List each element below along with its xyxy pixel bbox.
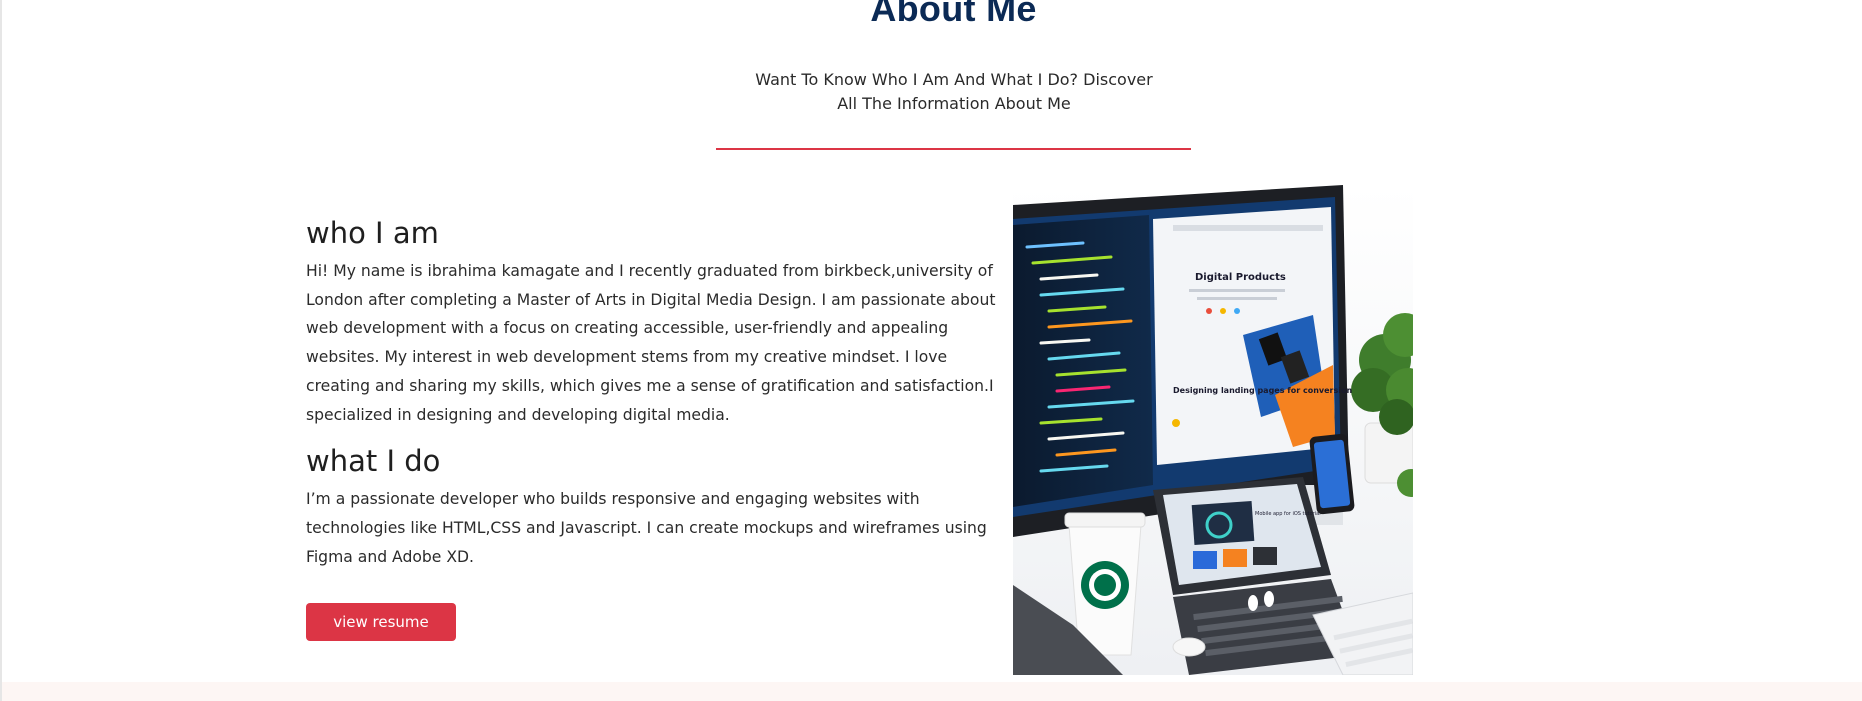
title-divider xyxy=(716,148,1191,150)
view-resume-button[interactable]: view resume xyxy=(306,603,456,642)
about-page: About Me Want To Know Who I Am And What … xyxy=(0,0,1862,701)
phone xyxy=(1309,433,1355,515)
screen-heading: Digital Products xyxy=(1195,272,1286,283)
footer-strip xyxy=(2,682,1862,701)
about-subtitle: Want To Know Who I Am And What I Do? Dis… xyxy=(755,70,1153,113)
what-i-do-text: I’m a passionate developer who builds re… xyxy=(306,490,987,566)
who-i-am-text: Hi! My name is ibrahima kamagate and I r… xyxy=(306,262,996,424)
what-i-do-heading: what I do xyxy=(306,444,441,479)
screen-text: Designing landing pages for conversion xyxy=(1173,386,1353,395)
page-title: About Me xyxy=(870,0,1037,29)
about-content: who I am Hi! My name is ibrahima kamagat… xyxy=(306,213,1008,642)
tablet-text: Mobile app for iOS tutorial xyxy=(1255,511,1321,517)
workspace-photo: Digital Products Designing landing pages… xyxy=(1013,185,1413,675)
who-i-am-heading: who I am xyxy=(306,216,439,250)
